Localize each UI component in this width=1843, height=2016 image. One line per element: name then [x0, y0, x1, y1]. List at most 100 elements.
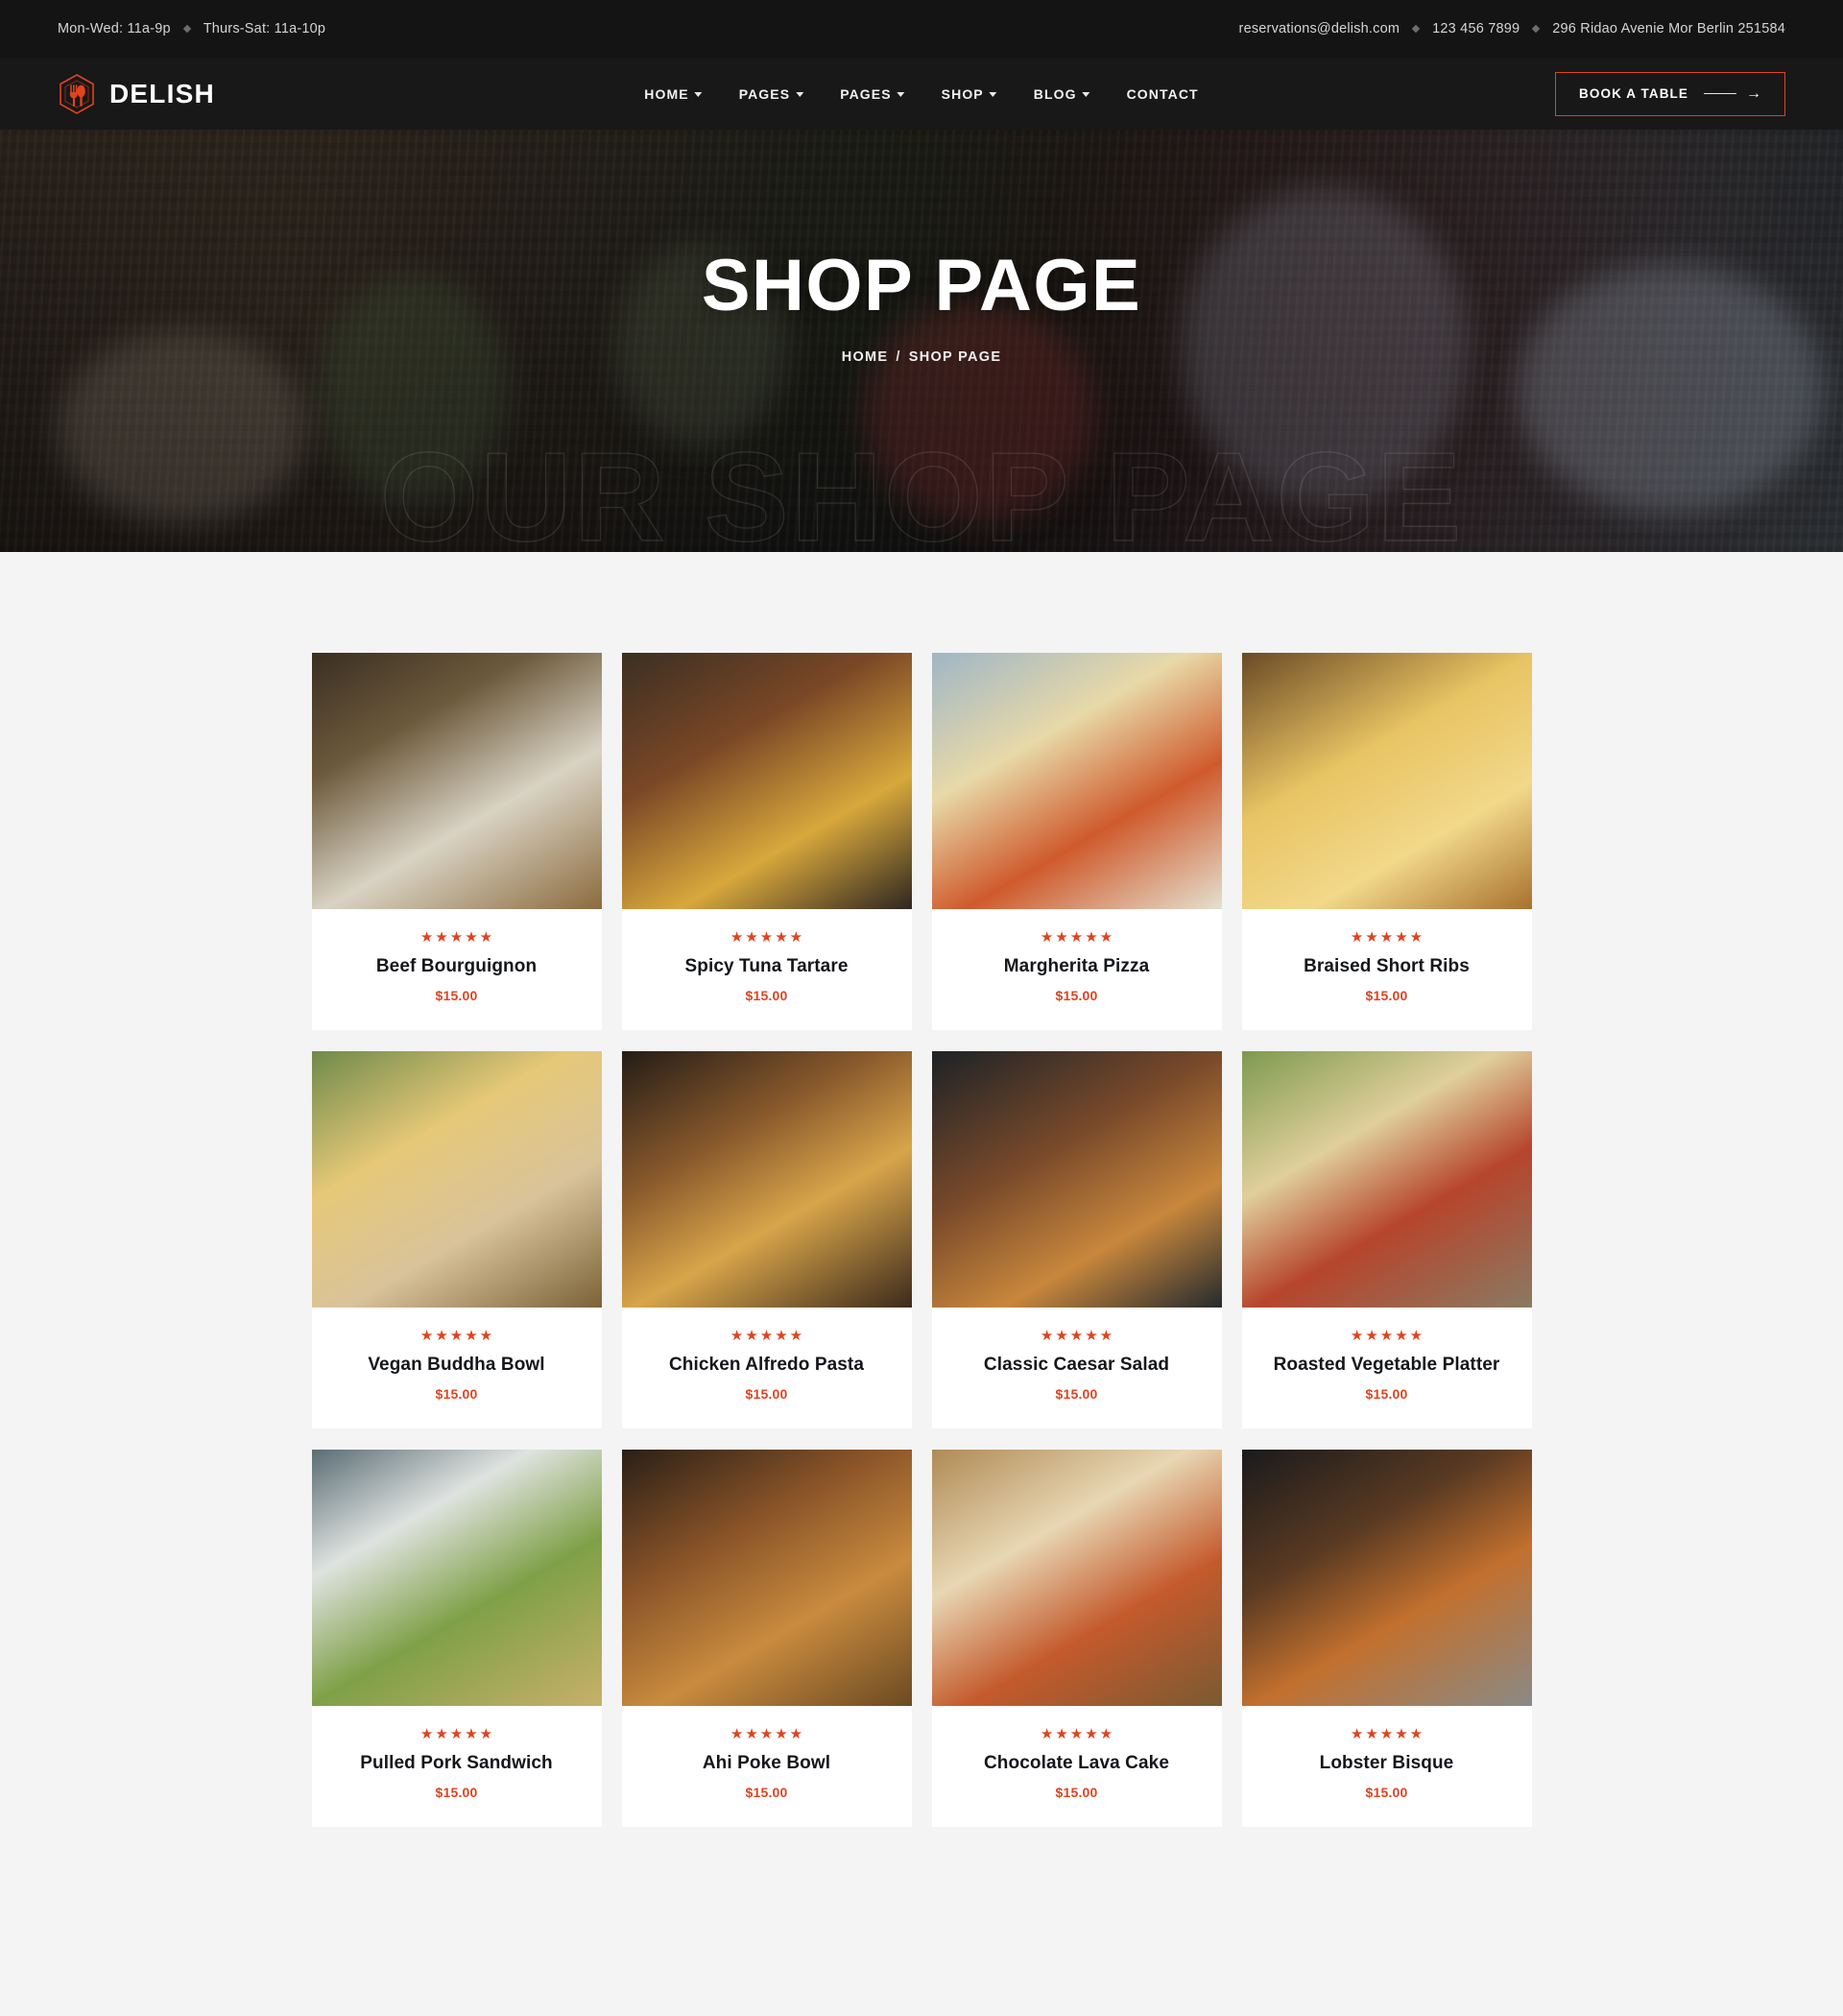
- product-name[interactable]: Beef Bourguignon: [322, 956, 592, 977]
- product-image[interactable]: [621, 653, 912, 909]
- product-price: $15.00: [745, 988, 788, 1003]
- product-name[interactable]: Braised Short Ribs: [1252, 956, 1522, 977]
- nav-item-pages-1[interactable]: PAGES: [738, 85, 804, 102]
- product-image-placeholder: [1241, 653, 1532, 909]
- star-icon: ★: [449, 929, 464, 946]
- product-image-placeholder: [931, 1450, 1222, 1706]
- main-navigation: HOME PAGES PAGES SHOP BLOG CONTACT: [644, 86, 1198, 102]
- star-icon: ★: [759, 929, 774, 946]
- star-icon: ★: [1069, 1328, 1084, 1344]
- star-icon: ★: [1055, 1726, 1068, 1742]
- star-icon: ★: [419, 1726, 434, 1742]
- product-image[interactable]: [931, 1450, 1222, 1706]
- star-icon: ★: [745, 1726, 758, 1742]
- product-card[interactable]: ★ ★ ★ ★ ★ Classic Caesar Salad $15.00: [931, 1051, 1222, 1428]
- product-name[interactable]: Ahi Poke Bowl: [632, 1753, 902, 1774]
- nav-label: SHOP: [941, 85, 984, 102]
- product-name[interactable]: Classic Caesar Salad: [942, 1355, 1212, 1376]
- product-image[interactable]: [621, 1450, 912, 1706]
- product-rating: ★ ★ ★ ★ ★: [322, 930, 592, 945]
- product-info: ★ ★ ★ ★ ★ Chicken Alfredo Pasta $15.00: [622, 1308, 912, 1428]
- nav-item-pages-2[interactable]: PAGES: [840, 86, 905, 102]
- star-icon: ★: [1350, 1328, 1364, 1344]
- star-icon: ★: [435, 929, 448, 946]
- product-image-placeholder: [311, 1450, 602, 1706]
- product-image[interactable]: [1241, 1450, 1532, 1706]
- hours-weekday: Mon-Wed: 11a-9p: [58, 21, 171, 36]
- product-card[interactable]: ★ ★ ★ ★ ★ Chocolate Lava Cake $15.00: [931, 1450, 1222, 1827]
- product-info: ★ ★ ★ ★ ★ Margherita Pizza $15.00: [932, 909, 1222, 1030]
- product-image-placeholder: [1241, 1450, 1532, 1706]
- product-card[interactable]: ★ ★ ★ ★ ★ Lobster Bisque $15.00: [1241, 1450, 1532, 1827]
- product-info: ★ ★ ★ ★ ★ Vegan Buddha Bowl $15.00: [312, 1308, 602, 1428]
- star-icon: ★: [449, 1328, 464, 1344]
- product-image-placeholder: [311, 1051, 602, 1308]
- product-name[interactable]: Roasted Vegetable Platter: [1252, 1355, 1522, 1376]
- page-title: SHOP PAGE: [701, 245, 1142, 326]
- product-card[interactable]: ★ ★ ★ ★ ★ Ahi Poke Bowl $15.00: [621, 1450, 912, 1827]
- book-a-table-button[interactable]: BOOK A TABLE →: [1555, 71, 1785, 116]
- star-icon: ★: [1069, 1726, 1084, 1742]
- product-card[interactable]: ★ ★ ★ ★ ★ Vegan Buddha Bowl $15.00: [311, 1051, 602, 1428]
- contact-email[interactable]: reservations@delish.com: [1239, 21, 1400, 36]
- nav-item-home[interactable]: HOME: [644, 85, 703, 102]
- product-card[interactable]: ★ ★ ★ ★ ★ Roasted Vegetable Platter $15.00: [1241, 1051, 1532, 1428]
- product-image[interactable]: [931, 1051, 1222, 1308]
- star-icon: ★: [479, 1726, 493, 1742]
- star-icon: ★: [465, 1328, 478, 1344]
- product-image-placeholder: [621, 653, 912, 909]
- diamond-separator-icon: [1520, 24, 1552, 35]
- product-price: $15.00: [1055, 1785, 1098, 1800]
- product-name[interactable]: Lobster Bisque: [1252, 1753, 1522, 1774]
- product-image[interactable]: [311, 1051, 602, 1308]
- breadcrumb: HOME / SHOP PAGE: [842, 349, 1002, 365]
- contact-phone[interactable]: 123 456 7899: [1432, 21, 1520, 36]
- nav-label: PAGES: [738, 85, 791, 102]
- star-icon: ★: [730, 1328, 744, 1344]
- product-price: $15.00: [1365, 988, 1408, 1003]
- product-grid: ★ ★ ★ ★ ★ Beef Bourguignon $15.00 ★ ★ ★ ★ ★ Spicy Tu…: [308, 653, 1535, 1827]
- brand-logo[interactable]: DELISH: [58, 73, 215, 115]
- product-card[interactable]: ★ ★ ★ ★ ★ Spicy Tuna Tartare $15.00: [621, 653, 912, 1030]
- star-icon: ★: [730, 929, 744, 946]
- product-rating: ★ ★ ★ ★ ★: [942, 1727, 1212, 1741]
- product-name[interactable]: Chicken Alfredo Pasta: [632, 1355, 902, 1376]
- product-card[interactable]: ★ ★ ★ ★ ★ Chicken Alfredo Pasta $15.00: [621, 1051, 912, 1428]
- star-icon: ★: [479, 1328, 493, 1344]
- product-name[interactable]: Pulled Pork Sandwich: [322, 1753, 592, 1774]
- nav-item-blog[interactable]: BLOG: [1034, 86, 1090, 102]
- nav-item-shop[interactable]: SHOP: [942, 86, 997, 102]
- product-info: ★ ★ ★ ★ ★ Beef Bourguignon $15.00: [312, 909, 602, 1030]
- topbar-contact: reservations@delish.com 123 456 7899 296…: [1239, 21, 1785, 36]
- star-icon: ★: [419, 929, 434, 946]
- product-image[interactable]: [621, 1051, 912, 1308]
- product-image[interactable]: [311, 1450, 602, 1706]
- product-name[interactable]: Chocolate Lava Cake: [942, 1753, 1212, 1774]
- product-price: $15.00: [1055, 988, 1098, 1003]
- product-name[interactable]: Spicy Tuna Tartare: [632, 956, 902, 977]
- product-image[interactable]: [311, 653, 602, 909]
- topbar-hours: Mon-Wed: 11a-9p Thurs-Sat: 11a-10p: [58, 21, 325, 36]
- star-icon: ★: [730, 1726, 744, 1742]
- breadcrumb-home[interactable]: HOME: [842, 349, 889, 365]
- product-rating: ★ ★ ★ ★ ★: [322, 1727, 592, 1741]
- star-icon: ★: [435, 1726, 448, 1742]
- product-card[interactable]: ★ ★ ★ ★ ★ Pulled Pork Sandwich $15.00: [311, 1450, 602, 1827]
- product-card[interactable]: ★ ★ ★ ★ ★ Beef Bourguignon $15.00: [311, 653, 602, 1030]
- star-icon: ★: [1085, 1726, 1098, 1742]
- product-price: $15.00: [1365, 1386, 1408, 1402]
- product-card[interactable]: ★ ★ ★ ★ ★ Margherita Pizza $15.00: [931, 653, 1222, 1030]
- chevron-down-icon: [796, 92, 804, 97]
- product-name[interactable]: Margherita Pizza: [942, 956, 1212, 977]
- star-icon: ★: [789, 1726, 803, 1742]
- product-image[interactable]: [1241, 653, 1532, 909]
- product-image[interactable]: [1241, 1051, 1532, 1308]
- product-image[interactable]: [931, 653, 1222, 909]
- hours-weekend: Thurs-Sat: 11a-10p: [203, 21, 326, 36]
- nav-item-contact[interactable]: CONTACT: [1127, 86, 1199, 102]
- star-icon: ★: [1040, 1328, 1054, 1344]
- product-name[interactable]: Vegan Buddha Bowl: [322, 1355, 592, 1376]
- product-card[interactable]: ★ ★ ★ ★ ★ Braised Short Ribs $15.00: [1241, 653, 1532, 1030]
- star-icon: ★: [449, 1726, 464, 1742]
- nav-label: HOME: [644, 85, 689, 102]
